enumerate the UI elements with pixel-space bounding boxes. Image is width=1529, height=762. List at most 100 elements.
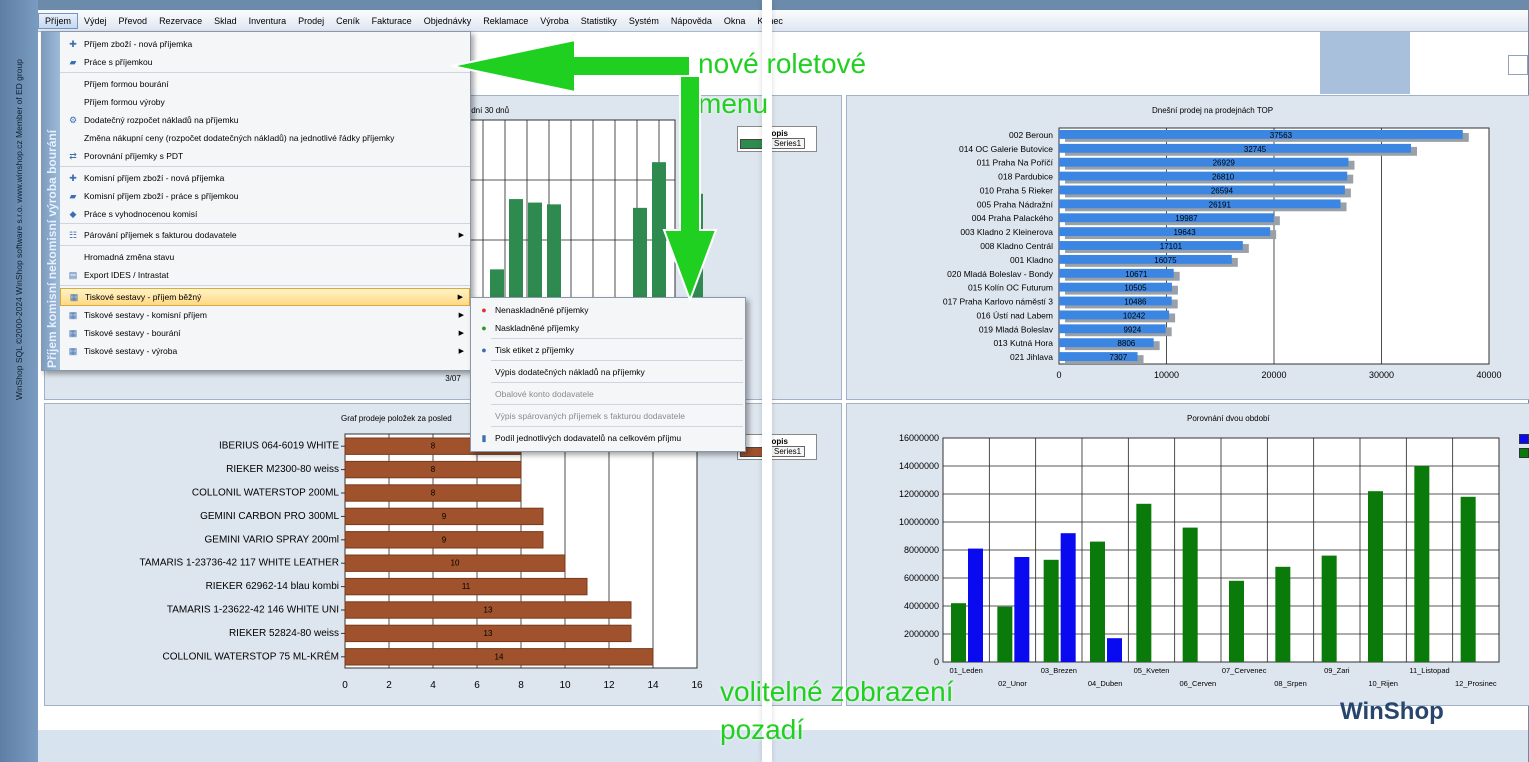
menu-13[interactable]: Systém xyxy=(623,14,665,28)
dropdown-item-11[interactable]: Hromadná změna stavu xyxy=(60,248,470,266)
chart-store-sales: 37563 002 Beroun 32745 014 OC Galerie Butov… xyxy=(943,127,1502,380)
menu-8[interactable]: Fakturace xyxy=(366,14,418,28)
menu-item-icon: ▰ xyxy=(69,56,77,67)
x-tick-label: 10 xyxy=(559,680,571,691)
submenu-arrow-icon: ▶ xyxy=(458,312,464,319)
x-tick-label: 8 xyxy=(518,680,524,691)
bar xyxy=(1059,310,1170,320)
dropdown-item-10[interactable]: ☷ Párování příjemek s fakturou dodavatele… xyxy=(60,226,470,244)
menu-separator xyxy=(60,72,470,73)
menu-bar: Příjem Výdej Převod Rezervace Sklad Inventura… xyxy=(38,10,1528,32)
dropdown-item-7[interactable]: ✚ Komisní příjem zboží - nová příjemka xyxy=(60,169,470,187)
dropdown-item-3[interactable]: Příjem formou výroby xyxy=(60,93,470,111)
menu-item-label: Export IDES / Intrastat xyxy=(84,270,169,280)
y-tick-label: 10000000 xyxy=(899,517,939,527)
dropdown-item-6[interactable]: ⇄ Porovnání příjemky s PDT xyxy=(60,147,470,165)
menu-2[interactable]: Převod xyxy=(113,14,154,28)
dropdown-item-16[interactable]: ▦ Tiskové sestavy - výroba ▶ xyxy=(60,342,470,360)
x-tick-label: 10000 xyxy=(1154,370,1179,380)
menu-9[interactable]: Objednávky xyxy=(418,14,478,28)
bar xyxy=(1059,268,1174,278)
background-panel xyxy=(1320,32,1410,94)
submenu-item-2[interactable]: ● Tisk etiket z příjemky xyxy=(471,340,745,360)
submenu-item-5[interactable]: Výpis spárovaných příjemek s fakturou do… xyxy=(471,406,745,426)
submenu-item-label: Nenaskladněné příjemky xyxy=(495,305,589,315)
legend-title: Popis xyxy=(766,129,788,138)
menu-6[interactable]: Prodej xyxy=(292,14,330,28)
top-right-box[interactable] xyxy=(1508,55,1528,75)
dropdown-item-12[interactable]: ▤ Export IDES / Intrastat xyxy=(60,266,470,284)
x-tick-label: 08_Srpen xyxy=(1274,679,1307,688)
x-tick-label: 30000 xyxy=(1369,370,1394,380)
submenu-arrow-icon: ▶ xyxy=(458,348,464,355)
dropdown-item-0[interactable]: ✚ Příjem zboží - nová příjemka xyxy=(60,35,470,53)
bar xyxy=(1059,282,1172,292)
menu-7[interactable]: Ceník xyxy=(330,14,366,28)
submenu-item-label: Naskladněné příjemky xyxy=(495,323,580,333)
bar-value-label: 9 xyxy=(442,512,447,521)
menu-item-icon: ▦ xyxy=(68,345,78,356)
bar-value-label: 10505 xyxy=(1124,284,1147,293)
menu-separator xyxy=(60,285,470,286)
menu-4[interactable]: Sklad xyxy=(208,14,243,28)
submenu-item-1[interactable]: ● Naskladněné příjemky xyxy=(471,318,745,338)
dropdown-item-9[interactable]: ◆ Práce s vyhodnocenou komisí xyxy=(60,205,470,223)
bar xyxy=(1229,580,1244,662)
y-tick-label: COLLONIL WATERSTOP 75 ML-KRÉM xyxy=(162,649,339,662)
x-tick-label: 11_Listopad xyxy=(1409,666,1449,675)
y-tick-label: TAMARIS 1-23736-42 117 WHITE LEATHER xyxy=(139,558,339,569)
bar-value-label: 10 xyxy=(451,559,460,568)
x-tick-label: 2 xyxy=(386,680,392,691)
menu-item-icon: ▦ xyxy=(68,309,78,320)
bar xyxy=(1059,185,1345,195)
menu-item-icon: ☷ xyxy=(68,229,78,240)
menu-5[interactable]: Inventura xyxy=(243,14,293,28)
bar-value-label: 9924 xyxy=(1123,325,1141,334)
dropdown-item-14[interactable]: ▦ Tiskové sestavy - komisní příjem ▶ xyxy=(60,306,470,324)
dropdown-item-5[interactable]: Změna nákupní ceny (rozpočet dodatečných… xyxy=(60,129,470,147)
dropdown-item-13[interactable]: ▦ Tiskové sestavy - příjem běžný ▶ xyxy=(60,288,470,306)
y-tick-label: 4000000 xyxy=(904,601,939,611)
bar-value-label: 10486 xyxy=(1124,298,1147,307)
y-tick-label: 6000000 xyxy=(904,573,939,583)
y-tick-label: 018 Pardubice xyxy=(998,172,1053,182)
submenu-item-4[interactable]: Obalové konto dodavatele xyxy=(471,384,745,404)
menu-15[interactable]: Okna xyxy=(718,14,752,28)
dropdown-item-2[interactable]: Příjem formou bourání xyxy=(60,75,470,93)
submenu-item-label: Výpis dodatečných nákladů na příjemky xyxy=(495,367,645,377)
dropdown-item-8[interactable]: ▰ Komisní příjem zboží - práce s příjemko… xyxy=(60,187,470,205)
menu-item-label: Dodatečný rozpočet nákladů na příjemku xyxy=(84,115,239,125)
menu-item-icon: ▦ xyxy=(68,327,78,338)
x-tick-label: 0 xyxy=(1056,370,1061,380)
menu-0[interactable]: Příjem xyxy=(38,12,79,29)
y-tick-label: COLLONIL WATERSTOP 200ML xyxy=(192,488,340,499)
menu-10[interactable]: Reklamace xyxy=(477,14,534,28)
dropdown-item-1[interactable]: ▰ Práce s příjemkou xyxy=(60,53,470,71)
bar-value-label: 8 xyxy=(431,465,436,474)
menu-side-label: Příjem komisní nekomisní výroba bourání xyxy=(45,129,59,368)
x-tick-label: 0 xyxy=(342,680,348,691)
menu-12[interactable]: Statistiky xyxy=(575,14,623,28)
bar xyxy=(1182,527,1198,662)
menu-item-label: Tiskové sestavy - komisní příjem xyxy=(84,310,207,320)
legend: Popis Series1 xyxy=(737,126,817,152)
menu-3[interactable]: Rezervace xyxy=(153,14,208,28)
dropdown-item-15[interactable]: ▦ Tiskové sestavy - bourání ▶ xyxy=(60,324,470,342)
y-tick-label: 002 Beroun xyxy=(1009,130,1053,140)
submenu-item-3[interactable]: Výpis dodatečných nákladů na příjemky xyxy=(471,362,745,382)
submenu-item-0[interactable]: ● Nenaskladněné příjemky xyxy=(471,300,745,320)
y-tick-label: 16000000 xyxy=(899,433,939,443)
menu-14[interactable]: Nápověda xyxy=(665,14,718,28)
y-tick-label: 021 Jihlava xyxy=(1010,352,1053,362)
submenu-arrow-icon: ▶ xyxy=(458,330,464,337)
chart-period-comparison: 0 2000000 4000000 6000000 8000000 10000000 120… xyxy=(899,433,1500,688)
x-tick-label: 01_Leden xyxy=(949,666,982,675)
legend-series-name: Series1 xyxy=(770,138,806,149)
dropdown-item-4[interactable]: ⚙ Dodatečný rozpočet nákladů na příjemku xyxy=(60,111,470,129)
y-tick-label: TAMARIS 1-23622-42 146 WHITE UNI xyxy=(167,605,339,616)
menu-item-label: Práce s vyhodnocenou komisí xyxy=(84,209,198,219)
chart-panel-store-sales: Dnešní prodej na prodejnách TOP 37563 002… xyxy=(846,95,1529,400)
submenu-item-6[interactable]: ▮ Podíl jednotlivých dodavatelů na celkov… xyxy=(471,428,745,448)
menu-11[interactable]: Výroba xyxy=(534,14,575,28)
menu-1[interactable]: Výdej xyxy=(78,14,113,28)
